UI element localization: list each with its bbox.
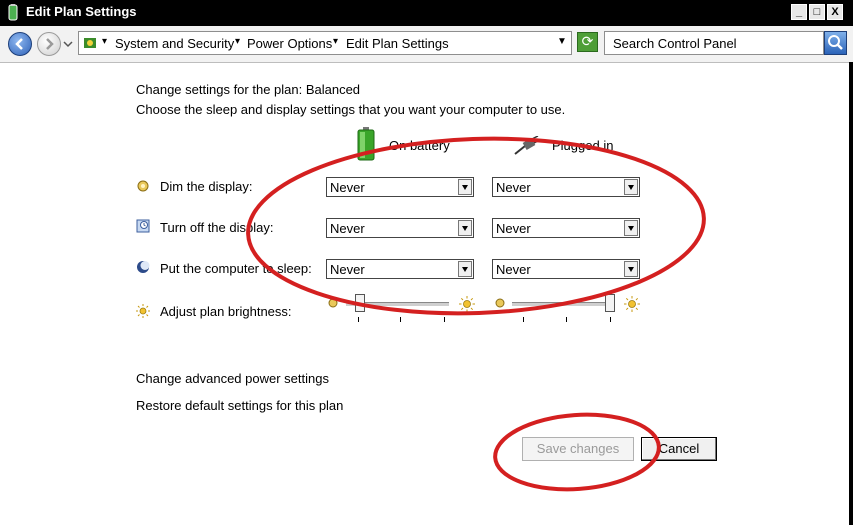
recent-pages-chevron-down-icon[interactable] xyxy=(63,39,73,49)
window-frame xyxy=(849,62,853,525)
turn-off-display-plugged-select[interactable]: Never xyxy=(492,218,640,238)
select-value: Never xyxy=(496,262,531,277)
brightness-battery-thumb[interactable] xyxy=(355,294,366,312)
chevron-right-icon[interactable]: ▾ xyxy=(333,36,338,47)
select-value: Never xyxy=(330,180,365,195)
dim-display-plugged-select[interactable]: Never xyxy=(492,177,640,197)
chevron-right-icon[interactable]: ▾ xyxy=(235,36,240,47)
dim-display-icon xyxy=(137,180,149,192)
search-icon xyxy=(828,35,843,50)
dim-sun-icon xyxy=(495,298,505,308)
select-value: Never xyxy=(496,221,531,236)
search-button[interactable] xyxy=(824,31,847,55)
title-bar: Edit Plan Settings _ □ X xyxy=(0,0,853,26)
control-panel-icon xyxy=(84,38,96,48)
dim-sun-icon xyxy=(328,298,338,308)
chevron-down-icon[interactable] xyxy=(458,179,472,195)
refresh-icon: ⟳ xyxy=(581,33,594,49)
address-bar: ▾ System and Security ▾ Power Options ▾ … xyxy=(0,26,853,63)
breadcrumb-edit-plan-settings[interactable]: Edit Plan Settings xyxy=(346,36,449,51)
chevron-down-icon[interactable] xyxy=(458,261,472,277)
select-value: Never xyxy=(330,262,365,277)
close-button[interactable]: X xyxy=(827,4,843,20)
slider-tick xyxy=(566,317,567,322)
breadcrumb-power-options[interactable]: Power Options xyxy=(247,36,332,51)
maximize-button[interactable]: □ xyxy=(809,4,825,20)
sleep-plugged-select[interactable]: Never xyxy=(492,259,640,279)
slider-tick xyxy=(610,317,611,322)
slider-tick xyxy=(400,317,401,322)
plan-heading: Change settings for the plan: Balanced xyxy=(136,82,361,97)
arrow-right-icon xyxy=(46,38,54,50)
slider-tick xyxy=(523,317,524,322)
chevron-down-icon[interactable] xyxy=(624,220,638,236)
search-placeholder: Search Control Panel xyxy=(613,36,737,51)
column-plugged-in: Plugged in xyxy=(552,138,614,153)
sleep-moon-icon xyxy=(137,261,150,273)
address-dropdown-icon[interactable]: ▼ xyxy=(557,36,567,47)
dim-display-battery-select[interactable]: Never xyxy=(326,177,474,197)
row-label-sleep: Put the computer to sleep: xyxy=(160,261,312,276)
restore-defaults-link[interactable]: Restore default settings for this plan xyxy=(136,398,343,413)
brightness-plugged-track[interactable] xyxy=(512,302,615,307)
back-button[interactable] xyxy=(8,32,32,56)
bright-sun-icon xyxy=(624,296,640,312)
row-label-turn-off-display: Turn off the display: xyxy=(160,220,274,235)
battery-icon xyxy=(357,127,375,161)
minimize-button[interactable]: _ xyxy=(791,4,807,20)
breadcrumb-system-security[interactable]: System and Security xyxy=(115,36,234,51)
window-title: Edit Plan Settings xyxy=(26,4,137,19)
chevron-down-icon[interactable] xyxy=(624,179,638,195)
power-plan-icon xyxy=(8,4,18,21)
refresh-button[interactable]: ⟳ xyxy=(577,32,598,52)
save-changes-button[interactable]: Save changes xyxy=(522,437,634,461)
chevron-right-icon[interactable]: ▾ xyxy=(102,36,107,47)
row-label-brightness: Adjust plan brightness: xyxy=(160,304,292,319)
turn-off-display-battery-select[interactable]: Never xyxy=(326,218,474,238)
cancel-button[interactable]: Cancel xyxy=(641,437,717,461)
chevron-down-icon[interactable] xyxy=(458,220,472,236)
display-off-icon xyxy=(136,219,150,233)
breadcrumb[interactable]: ▾ System and Security ▾ Power Options ▾ … xyxy=(78,31,572,55)
chevron-down-icon[interactable] xyxy=(624,261,638,277)
advanced-settings-link[interactable]: Change advanced power settings xyxy=(136,371,329,386)
forward-button[interactable] xyxy=(37,32,61,56)
search-input[interactable]: Search Control Panel xyxy=(604,31,824,55)
slider-tick xyxy=(358,317,359,322)
row-label-dim-display: Dim the display: xyxy=(160,179,253,194)
brightness-sun-icon xyxy=(136,304,150,318)
column-on-battery: On battery xyxy=(389,138,450,153)
slider-tick xyxy=(444,317,445,322)
select-value: Never xyxy=(330,221,365,236)
brightness-plugged-thumb[interactable] xyxy=(605,294,615,312)
arrow-left-icon xyxy=(15,38,23,50)
sleep-battery-select[interactable]: Never xyxy=(326,259,474,279)
select-value: Never xyxy=(496,180,531,195)
plug-icon xyxy=(514,136,541,155)
plan-subheading: Choose the sleep and display settings th… xyxy=(136,102,566,117)
bright-sun-icon xyxy=(459,296,475,312)
